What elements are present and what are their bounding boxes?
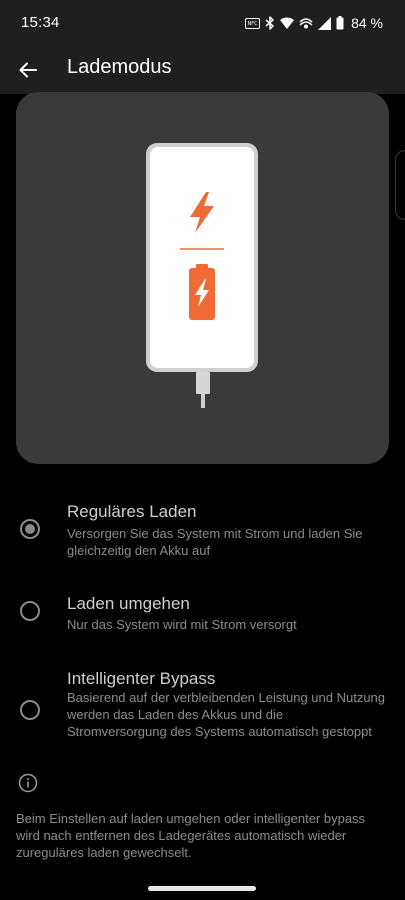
app-bar: Lademodus [0,44,405,94]
back-button[interactable] [12,54,44,86]
eye-comfort-icon [299,18,313,29]
battery-percent: 84 % [351,15,383,31]
cable-icon [196,372,210,408]
radio-button[interactable] [20,601,40,621]
info-icon [18,773,38,793]
option-regular-charging[interactable]: Reguläres Laden Versorgen Sie das System… [0,500,405,562]
option-description: Basierend auf der verbleibenden Leistung… [67,690,386,739]
screen: 15:34 NFC 84 % Lademodus Reguläres Laden… [0,0,405,900]
option-description: Nur das System wird mit Strom versorgt [67,617,297,632]
info-note: Beim Einstellen auf laden umgehen oder i… [16,811,366,860]
radio-button[interactable] [20,700,40,720]
page-title: Lademodus [67,56,172,78]
home-indicator[interactable] [148,886,256,891]
bluetooth-icon [265,16,274,30]
option-smart-bypass[interactable]: Intelligenter Bypass Basierend auf der v… [0,667,405,757]
status-time: 15:34 [21,14,60,31]
illustration-card [16,92,389,464]
option-description: Versorgen Sie das System mit Strom und l… [67,526,363,558]
status-bar: 15:34 NFC 84 % [0,0,405,44]
signal-icon [318,16,332,30]
battery-icon [336,16,344,30]
phone-icon [146,143,258,372]
next-card-edge [395,150,405,220]
radio-button-checked[interactable] [20,519,40,539]
wifi-icon [280,17,295,29]
option-title: Laden umgehen [67,594,190,613]
status-icons: NFC 84 % [245,13,383,33]
battery-charging-icon [189,264,215,320]
arrow-left-icon [19,62,37,78]
option-title: Intelligenter Bypass [67,669,216,688]
charging-illustration [146,143,258,408]
option-bypass-charging[interactable]: Laden umgehen Nur das System wird mit St… [0,592,405,636]
nfc-icon: NFC [245,17,261,29]
option-title: Reguläres Laden [67,502,197,521]
